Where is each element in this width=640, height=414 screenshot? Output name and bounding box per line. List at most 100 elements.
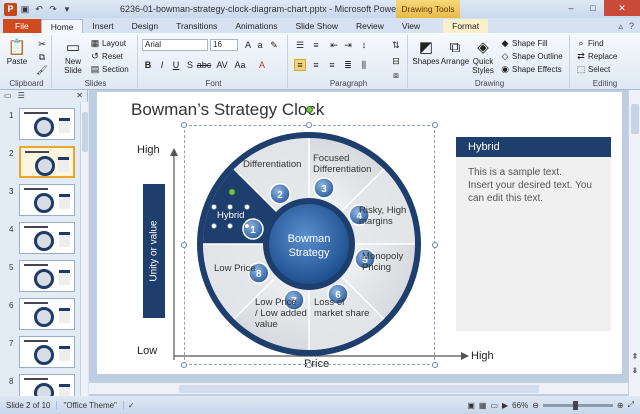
slide-sorter-view-icon[interactable]: ▦ — [479, 401, 487, 410]
tab-design[interactable]: Design — [123, 19, 167, 33]
tab-format[interactable]: Format — [443, 19, 489, 33]
character-spacing-icon[interactable]: AV — [216, 59, 228, 71]
italic-icon[interactable]: I — [156, 59, 168, 71]
slide-thumbnail[interactable] — [19, 260, 75, 292]
copy-icon[interactable]: ⧉ — [36, 51, 48, 63]
change-case-icon[interactable]: Aa — [234, 59, 246, 71]
find-button[interactable]: ⌕ Find — [576, 38, 603, 49]
shrink-font-icon[interactable]: a — [254, 39, 266, 51]
format-painter-icon[interactable]: 🖌 — [36, 64, 48, 76]
slide-vertical-scrollbar[interactable]: ⇞ ⇟ — [628, 90, 640, 396]
tab-animations[interactable]: Animations — [226, 19, 286, 33]
spellcheck-icon[interactable]: ✓ — [124, 401, 139, 410]
slideshow-view-icon[interactable]: ▶ — [502, 401, 508, 410]
slide-horizontal-scrollbar[interactable] — [89, 382, 628, 394]
reading-view-icon[interactable]: ▭ — [490, 401, 498, 410]
clear-formatting-icon[interactable]: ✎ — [268, 39, 280, 51]
resize-handle-sw[interactable] — [181, 362, 187, 368]
tab-insert[interactable]: Insert — [83, 19, 122, 33]
grow-font-icon[interactable]: A — [242, 39, 254, 51]
info-box[interactable]: Hybrid This is a sample text. Insert you… — [456, 137, 611, 331]
slides-panel-scrollbar[interactable] — [80, 102, 88, 396]
slide-thumbnail-row[interactable]: 1 — [0, 108, 80, 140]
cut-icon[interactable]: ✂ — [36, 38, 48, 50]
slide-thumbnail[interactable] — [19, 108, 75, 140]
quick-styles-button[interactable]: ◈ Quick Styles — [470, 37, 496, 75]
paste-button[interactable]: 📋 Paste — [6, 37, 28, 66]
line-spacing-icon[interactable]: ↕ — [358, 39, 370, 51]
normal-view-icon[interactable]: ▣ — [467, 401, 475, 410]
slide-thumbnail-row[interactable]: 3 — [0, 184, 80, 216]
slides-panel-scroll-thumb[interactable] — [82, 112, 88, 152]
underline-icon[interactable]: U — [170, 59, 182, 71]
slide-horizontal-scroll-thumb[interactable] — [179, 385, 539, 393]
bold-icon[interactable]: B — [142, 59, 154, 71]
font-color-icon[interactable]: A — [256, 59, 268, 71]
powerpoint-logo-icon[interactable]: P — [4, 2, 17, 16]
minimize-ribbon-icon[interactable]: ▵ — [618, 21, 623, 32]
resize-handle-se[interactable] — [432, 362, 438, 368]
slide-thumbnail[interactable] — [19, 298, 75, 330]
tab-transitions[interactable]: Transitions — [167, 19, 226, 33]
font-size-combo[interactable]: 16 — [210, 39, 238, 51]
help-icon[interactable]: ? — [629, 21, 634, 31]
slide-thumbnail-row[interactable]: 4 — [0, 222, 80, 254]
slide-thumbnail[interactable] — [19, 184, 75, 216]
theme-status[interactable]: "Office Theme" — [57, 400, 124, 410]
shapes-button[interactable]: ◩ Shapes — [412, 37, 440, 66]
text-direction-icon[interactable]: ⇅ — [390, 39, 402, 51]
font-name-combo[interactable]: Arial — [142, 39, 208, 51]
section-button[interactable]: ▤ Section — [90, 64, 129, 75]
slide-thumbnail-row[interactable]: 6 — [0, 298, 80, 330]
justify-icon[interactable]: ≣ — [342, 59, 354, 71]
resize-handle-n[interactable] — [306, 122, 312, 128]
next-slide-icon[interactable]: ⇟ — [630, 366, 640, 375]
shape-outline-button[interactable]: ◇ Shape Outline — [500, 51, 563, 62]
arrange-button[interactable]: ⧉ Arrange — [440, 37, 470, 67]
outline-panel-tab-icon[interactable]: ☰ — [18, 91, 25, 101]
resize-handle-w[interactable] — [181, 242, 187, 248]
resize-handle-s[interactable] — [306, 362, 312, 368]
zoom-out-icon[interactable]: ⊖ — [532, 401, 539, 410]
selection-frame[interactable] — [184, 125, 435, 365]
resize-handle-e[interactable] — [432, 242, 438, 248]
new-slide-button[interactable]: ▭ New Slide — [58, 37, 88, 75]
resize-handle-nw[interactable] — [181, 122, 187, 128]
align-left-icon[interactable]: ≡ — [294, 59, 306, 71]
maximize-button[interactable]: □ — [582, 0, 604, 16]
align-center-icon[interactable]: ≡ — [310, 59, 322, 71]
slide-thumbnail[interactable] — [19, 146, 75, 178]
slide-thumbnail-row[interactable]: 7 — [0, 336, 80, 368]
shape-fill-button[interactable]: ◆ Shape Fill — [500, 38, 548, 49]
select-button[interactable]: ⬚ Select — [576, 64, 611, 75]
shadow-icon[interactable]: S — [184, 59, 196, 71]
tab-home[interactable]: Home — [40, 19, 84, 33]
tab-review[interactable]: Review — [347, 19, 393, 33]
fit-to-window-icon[interactable]: ⤢ — [628, 400, 634, 410]
slide-vertical-scroll-thumb[interactable] — [631, 104, 639, 134]
slide-thumbnail-row[interactable]: 2 — [0, 146, 80, 178]
slide-canvas[interactable]: Bowman’s Strategy Clock Unity or value B… — [97, 92, 622, 374]
slide-thumbnail[interactable] — [19, 336, 75, 368]
decrease-indent-icon[interactable]: ⇤ — [328, 39, 340, 51]
bullets-icon[interactable]: ☰ — [294, 39, 306, 51]
replace-button[interactable]: ⇄ Replace — [576, 51, 617, 62]
tab-view[interactable]: View — [393, 19, 429, 33]
redo-icon[interactable]: ↷ — [47, 3, 59, 15]
previous-slide-icon[interactable]: ⇞ — [630, 352, 640, 361]
undo-icon[interactable]: ↶ — [33, 3, 45, 15]
strikethrough-icon[interactable]: abc — [197, 59, 212, 71]
align-text-icon[interactable]: ⊟ — [390, 55, 402, 67]
columns-icon[interactable]: ⫼ — [358, 59, 370, 71]
zoom-in-icon[interactable]: ⊕ — [617, 401, 624, 410]
rotate-handle[interactable] — [306, 106, 313, 113]
shape-effects-button[interactable]: ◉ Shape Effects — [500, 64, 562, 75]
numbering-icon[interactable]: ≡ — [310, 39, 322, 51]
save-icon[interactable]: ▣ — [19, 3, 31, 15]
tab-file[interactable]: File — [3, 19, 41, 33]
customize-qat-icon[interactable]: ▾ — [61, 3, 73, 15]
close-button[interactable]: ✕ — [604, 0, 640, 16]
align-right-icon[interactable]: ≡ — [326, 59, 338, 71]
slide-thumbnail-row[interactable]: 5 — [0, 260, 80, 292]
increase-indent-icon[interactable]: ⇥ — [342, 39, 354, 51]
